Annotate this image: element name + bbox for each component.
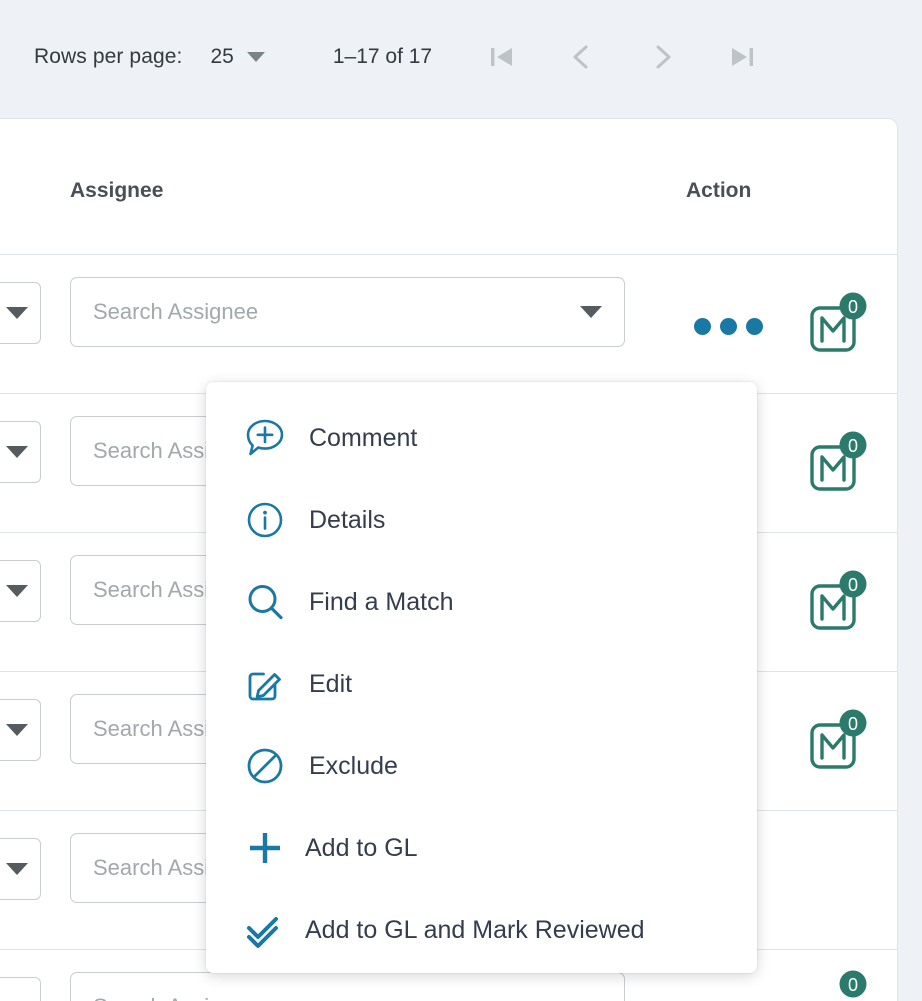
match-m-icon: 0 [810,292,867,352]
assignee-select[interactable]: Search Assignee [70,277,625,347]
match-m-icon: 0 [839,970,867,998]
menu-item-details[interactable]: Details [206,479,757,561]
assignee-placeholder: Search Assignee [93,299,259,324]
match-m-icon: 0 [810,570,867,630]
last-page-icon [732,47,754,66]
match-count-text: 0 [848,975,858,995]
menu-item-label: Add to GL and Mark Reviewed [305,915,645,944]
pagination-range: 1–17 of 17 [332,44,433,68]
chevron-down-icon [6,446,28,458]
pagination-nav [462,29,782,85]
menu-item-label: Comment [309,423,418,452]
last-page-button[interactable] [702,29,782,85]
row-action-menu: Comment Details Find a Match Edit Exclud… [206,382,757,973]
chevron-down-icon [6,585,28,597]
search-icon [237,579,293,625]
match-count-text: 0 [848,297,858,317]
match-m-icon: 0 [810,431,867,491]
pencil-edit-icon [237,661,293,707]
chevron-down-icon [6,307,28,319]
match-count-text: 0 [848,575,858,595]
app-root: Rows per page: 25 1–17 of 17 Assignee Ac… [0,0,922,1001]
row-status-select[interactable] [0,699,41,761]
table-header-row: Assignee Action [0,119,897,255]
match-status-badge[interactable]: 0 [808,431,870,493]
match-count-text: 0 [848,436,858,456]
first-page-icon [491,47,513,66]
assignee-select[interactable]: Search Assignee [70,972,625,1001]
match-status-badge[interactable]: 0 [808,292,870,354]
chevron-down-icon [6,863,28,875]
double-check-icon [237,907,293,953]
chevron-down-icon [580,306,602,318]
row-status-select[interactable] [0,977,41,1001]
menu-item-add-to-gl-and-mark-reviewed[interactable]: Add to GL and Mark Reviewed [206,889,757,971]
first-page-button[interactable] [462,29,542,85]
row-status-select[interactable] [0,560,41,622]
menu-item-label: Add to GL [305,833,418,862]
menu-item-label: Find a Match [309,587,454,616]
column-header-action: Action [686,179,752,202]
column-header-assignee: Assignee [70,179,164,202]
row-status-select[interactable] [0,282,41,344]
comment-plus-icon [237,415,293,461]
page-background-strip [898,113,922,1001]
more-dot [694,318,711,335]
match-count-text: 0 [848,714,858,734]
chevron-left-icon [573,45,588,68]
menu-item-edit[interactable]: Edit [206,643,757,725]
plus-icon [237,825,293,871]
row-status-select[interactable] [0,838,41,900]
menu-item-find-a-match[interactable]: Find a Match [206,561,757,643]
rows-per-page-value: 25 [210,44,234,68]
more-dot [746,318,763,335]
row-actions-more-button[interactable] [694,318,763,335]
menu-item-label: Edit [309,669,353,698]
block-circle-slash-icon [237,743,293,789]
more-dot [720,318,737,335]
match-m-icon: 0 [810,709,867,769]
rows-per-page-select[interactable]: 25 [210,44,265,69]
menu-item-label: Exclude [309,751,398,780]
assignee-placeholder: Search Assignee [93,994,580,1001]
next-page-button[interactable] [622,29,702,85]
chevron-down-icon [246,51,265,62]
chevron-down-icon [6,724,28,736]
rows-per-page-label: Rows per page: [34,44,183,68]
match-status-badge[interactable]: 0 [808,570,870,632]
row-status-select[interactable] [0,421,41,483]
info-circle-icon [237,497,293,543]
menu-item-add-to-gl[interactable]: Add to GL [206,807,757,889]
match-status-badge[interactable]: 0 [808,970,870,1001]
menu-item-exclude[interactable]: Exclude [206,725,757,807]
chevron-right-icon [656,45,671,68]
menu-item-comment[interactable]: Comment [206,397,757,479]
menu-item-label: Details [309,505,386,534]
match-status-badge[interactable]: 0 [808,709,870,771]
previous-page-button[interactable] [542,29,622,85]
paginator: Rows per page: 25 1–17 of 17 [0,0,922,113]
